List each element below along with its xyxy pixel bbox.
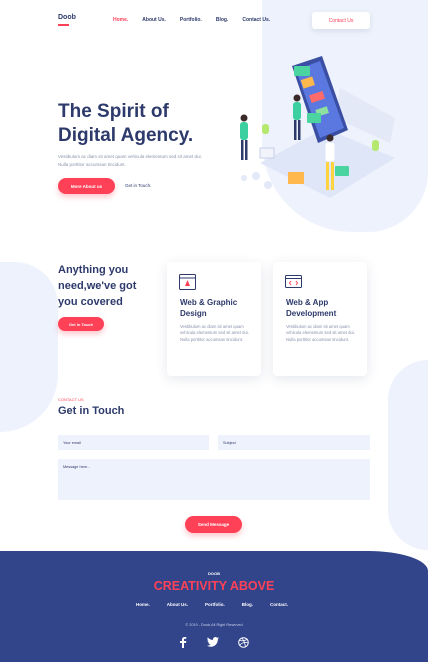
hero-title-line-1: The Spirit of (58, 101, 169, 122)
get-in-touch-link[interactable]: Get in Touch. (125, 183, 151, 188)
footer-link-portfolio[interactable]: Portfolio. (205, 602, 225, 607)
box-icon (259, 147, 275, 159)
top-navigation: Doob Home. About Us. Portfolio. Blog. Co… (0, 12, 428, 30)
plant-icon (262, 124, 269, 134)
nav-links: Home. About Us. Portfolio. Blog. Contact… (113, 17, 284, 23)
person-center-illustration (293, 94, 301, 140)
hero-description: Vestibulum ac diam sit amet quam vehicul… (58, 154, 202, 167)
contact-us-button[interactable]: Contact Us (312, 12, 370, 29)
plant-icon (372, 140, 379, 151)
footer-brand: DOOB (208, 571, 220, 576)
contact-section-label: CONTACT US (58, 397, 84, 402)
nav-link-contact[interactable]: Contact Us. (242, 17, 270, 23)
footer-links: Home. About Us. Portfolio. Blog. Contact… (136, 602, 305, 607)
service-card-web-app-development[interactable]: Web & App Development Vestibulum ac diam… (273, 262, 367, 376)
right-background-blob (388, 360, 428, 550)
logo[interactable]: Doob (58, 14, 76, 21)
left-background-blob (0, 262, 58, 432)
card-title: Web & Graphic Design (180, 298, 238, 318)
message-field[interactable]: Message here... (58, 459, 370, 500)
hero-title: The Spirit of Digital Agency. (58, 100, 193, 148)
more-about-us-button[interactable]: More About us (58, 178, 115, 194)
nav-link-about[interactable]: About Us. (142, 17, 166, 23)
floating-card-icon (335, 166, 349, 176)
nav-link-portfolio[interactable]: Portfolio. (180, 17, 202, 23)
stool-icon (264, 181, 272, 189)
browser-design-icon (179, 274, 196, 290)
services-heading: Anything you need,we've got you covered (58, 264, 137, 308)
footer-link-blog[interactable]: Blog. (242, 602, 253, 607)
service-card-web-graphic-design[interactable]: Web & Graphic Design Vestibulum ac diam … (167, 262, 261, 376)
email-field[interactable]: Your email (58, 435, 209, 450)
person-left-illustration (240, 114, 248, 160)
stool-icon (241, 175, 247, 181)
card-description: Vestibulum ac diam sit amet quam vehicul… (180, 324, 249, 342)
twitter-icon[interactable] (207, 636, 219, 648)
footer-copyright: © 2019 - Doob,All Right Reserved (185, 623, 243, 627)
footer: DOOB CREATIVITY ABOVE Home. About Us. Po… (0, 551, 428, 662)
hero-title-line-2: Digital Agency. (58, 125, 194, 146)
illustration-panel (335, 88, 395, 143)
stool-icon (252, 172, 260, 180)
facebook-icon[interactable] (177, 636, 189, 648)
floating-card-icon (294, 66, 310, 76)
footer-link-home[interactable]: Home. (136, 602, 150, 607)
dribbble-icon[interactable] (237, 636, 249, 648)
digital-agency-illustration (240, 56, 395, 198)
footer-slogan: CREATIVITY ABOVE (153, 579, 275, 593)
code-window-icon (285, 275, 302, 288)
card-description: Vestibulum ac diam sit amet quam vehicul… (286, 324, 355, 342)
nav-link-blog[interactable]: Blog. (216, 17, 229, 23)
floating-card-icon (307, 113, 321, 123)
card-title: Web & App Development (286, 298, 337, 318)
services-get-in-touch-button[interactable]: Get in Touch (58, 317, 104, 331)
logo-underline (58, 24, 69, 26)
send-message-button[interactable]: Send Message (185, 516, 242, 533)
subject-field[interactable]: Subject (218, 435, 370, 450)
footer-link-contact[interactable]: Contact. (270, 602, 288, 607)
nav-link-home[interactable]: Home. (113, 17, 128, 23)
footer-link-about[interactable]: About Us. (167, 602, 188, 607)
contact-section-title: Get in Touch (58, 405, 125, 417)
book-stack-icon (288, 172, 304, 184)
